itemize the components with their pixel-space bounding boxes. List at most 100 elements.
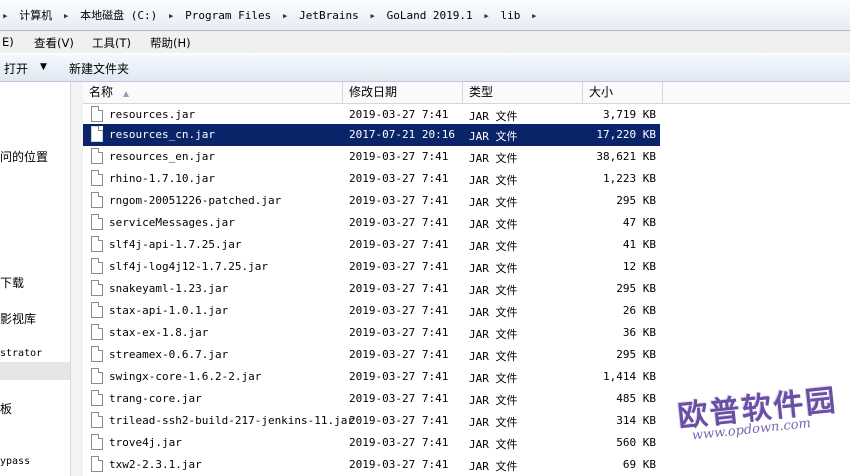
file-size: 1,223 KB bbox=[603, 172, 656, 185]
chevron-right-icon[interactable]: ▸ bbox=[367, 9, 378, 22]
file-date: 2019-03-27 7:41 bbox=[349, 282, 449, 295]
file-icon bbox=[91, 126, 103, 142]
nav-item-bypass[interactable]: ypass bbox=[0, 456, 30, 467]
file-name: rngom-20051226-patched.jar bbox=[109, 194, 282, 207]
nav-selection-band bbox=[0, 362, 70, 380]
file-type: JAR 文件 bbox=[469, 196, 518, 209]
chevron-right-icon[interactable]: ▸ bbox=[529, 9, 540, 22]
nav-item-downloads[interactable]: 下载 bbox=[0, 274, 24, 291]
table-row[interactable]: resources.jar 2019-03-27 7:41 JAR 文件 3,7… bbox=[83, 104, 660, 126]
column-size[interactable]: 大小 bbox=[583, 82, 663, 103]
table-row[interactable]: serviceMessages.jar 2019-03-27 7:41 JAR … bbox=[83, 212, 660, 234]
file-size: 560 KB bbox=[616, 436, 656, 449]
navigation-pane: 问的位置 下载 影视库 strator 板 ypass bbox=[0, 82, 71, 476]
breadcrumb-program-files[interactable]: Program Files bbox=[183, 9, 273, 22]
nav-item-videos[interactable]: 影视库 bbox=[0, 310, 36, 327]
table-row[interactable]: slf4j-log4j12-1.7.25.jar 2019-03-27 7:41… bbox=[83, 256, 660, 278]
file-name: serviceMessages.jar bbox=[109, 216, 235, 229]
watermark-logo: 欧普软件园 www.opdown.com bbox=[665, 375, 840, 450]
file-type: JAR 文件 bbox=[469, 174, 518, 187]
table-row[interactable]: snakeyaml-1.23.jar 2019-03-27 7:41 JAR 文… bbox=[83, 278, 660, 300]
column-date-label: 修改日期 bbox=[349, 85, 398, 99]
file-icon bbox=[91, 236, 103, 252]
chevron-down-icon[interactable]: ▼ bbox=[40, 62, 47, 72]
column-type-label: 类型 bbox=[469, 85, 494, 99]
breadcrumb-computer[interactable]: 计算机 bbox=[17, 9, 54, 22]
breadcrumb: ▸ 计算机 ▸ 本地磁盘 (C:) ▸ Program Files ▸ JetB… bbox=[0, 7, 540, 23]
file-icon bbox=[91, 434, 103, 450]
file-type: JAR 文件 bbox=[469, 372, 518, 385]
file-name: slf4j-log4j12-1.7.25.jar bbox=[109, 260, 268, 273]
table-row-selected[interactable]: resources_cn.jar 2017-07-21 20:16 JAR 文件… bbox=[83, 124, 660, 146]
menu-view[interactable]: 查看(V) bbox=[34, 35, 74, 51]
table-row[interactable]: trove4j.jar 2019-03-27 7:41 JAR 文件 560 K… bbox=[83, 432, 660, 454]
chevron-right-icon[interactable]: ▸ bbox=[280, 9, 291, 22]
chevron-right-icon[interactable]: ▸ bbox=[481, 9, 492, 22]
file-name: streamex-0.6.7.jar bbox=[109, 348, 229, 361]
address-bar[interactable]: ▸ 计算机 ▸ 本地磁盘 (C:) ▸ Program Files ▸ JetB… bbox=[0, 0, 850, 31]
file-type: JAR 文件 bbox=[469, 262, 518, 275]
file-date: 2019-03-27 7:41 bbox=[349, 238, 449, 251]
table-row[interactable]: txw2-2.3.1.jar 2019-03-27 7:41 JAR 文件 69… bbox=[83, 454, 660, 476]
breadcrumb-local-disk[interactable]: 本地磁盘 (C:) bbox=[78, 9, 159, 22]
file-name: trove4j.jar bbox=[109, 436, 182, 449]
table-row[interactable]: rngom-20051226-patched.jar 2019-03-27 7:… bbox=[83, 190, 660, 212]
file-size: 314 KB bbox=[616, 414, 656, 427]
new-folder-button[interactable]: 新建文件夹 bbox=[69, 60, 129, 77]
column-date[interactable]: 修改日期 bbox=[343, 82, 463, 103]
breadcrumb-goland[interactable]: GoLand 2019.1 bbox=[385, 9, 475, 22]
file-icon bbox=[91, 214, 103, 230]
file-date: 2019-03-27 7:41 bbox=[349, 392, 449, 405]
file-size: 295 KB bbox=[616, 194, 656, 207]
table-row[interactable]: slf4j-api-1.7.25.jar 2019-03-27 7:41 JAR… bbox=[83, 234, 660, 256]
open-button[interactable]: 打开 bbox=[4, 60, 28, 77]
file-type: JAR 文件 bbox=[469, 284, 518, 297]
file-size: 3,719 KB bbox=[603, 108, 656, 121]
file-type: JAR 文件 bbox=[469, 110, 518, 123]
menu-edit[interactable]: E) bbox=[2, 35, 14, 49]
breadcrumb-lib[interactable]: lib bbox=[499, 9, 523, 22]
file-type: JAR 文件 bbox=[469, 240, 518, 253]
table-row[interactable]: swingx-core-1.6.2-2.jar 2019-03-27 7:41 … bbox=[83, 366, 660, 388]
nav-item-control-panel[interactable]: 板 bbox=[0, 400, 12, 417]
table-row[interactable]: resources_en.jar 2019-03-27 7:41 JAR 文件 … bbox=[83, 146, 660, 168]
file-icon bbox=[91, 106, 103, 122]
file-size: 36 KB bbox=[622, 326, 656, 339]
file-size: 17,220 KB bbox=[596, 128, 656, 141]
table-row[interactable]: trang-core.jar 2019-03-27 7:41 JAR 文件 48… bbox=[83, 388, 660, 410]
menu-bar: E) 查看(V) 工具(T) 帮助(H) bbox=[0, 31, 850, 53]
file-name: swingx-core-1.6.2-2.jar bbox=[109, 370, 262, 383]
file-date: 2019-03-27 7:41 bbox=[349, 436, 449, 449]
file-name: resources_cn.jar bbox=[109, 128, 215, 141]
file-size: 26 KB bbox=[622, 304, 656, 317]
breadcrumb-jetbrains[interactable]: JetBrains bbox=[297, 9, 361, 22]
table-row[interactable]: trilead-ssh2-build-217-jenkins-11.jar 20… bbox=[83, 410, 660, 432]
sort-up-icon: ▲ bbox=[123, 89, 130, 98]
file-size: 12 KB bbox=[622, 260, 656, 273]
menu-help[interactable]: 帮助(H) bbox=[150, 35, 191, 51]
column-type[interactable]: 类型 bbox=[463, 82, 583, 103]
table-row[interactable]: stax-ex-1.8.jar 2019-03-27 7:41 JAR 文件 3… bbox=[83, 322, 660, 344]
file-date: 2019-03-27 7:41 bbox=[349, 304, 449, 317]
nav-item-recent-places[interactable]: 问的位置 bbox=[0, 148, 48, 165]
column-name[interactable]: 名称 ▲ bbox=[83, 82, 343, 103]
menu-tools[interactable]: 工具(T) bbox=[92, 35, 131, 51]
table-row[interactable]: rhino-1.7.10.jar 2019-03-27 7:41 JAR 文件 … bbox=[83, 168, 660, 190]
file-date: 2019-03-27 7:41 bbox=[349, 414, 449, 427]
file-icon bbox=[91, 170, 103, 186]
file-icon bbox=[91, 148, 103, 164]
file-icon bbox=[91, 280, 103, 296]
column-header: 名称 ▲ 修改日期 类型 大小 bbox=[83, 82, 850, 104]
file-name: trang-core.jar bbox=[109, 392, 202, 405]
chevron-right-icon[interactable]: ▸ bbox=[61, 9, 72, 22]
file-size: 295 KB bbox=[616, 348, 656, 361]
nav-item-administrator[interactable]: strator bbox=[0, 348, 42, 359]
file-name: txw2-2.3.1.jar bbox=[109, 458, 202, 471]
file-date: 2019-03-27 7:41 bbox=[349, 458, 449, 471]
table-row[interactable]: streamex-0.6.7.jar 2019-03-27 7:41 JAR 文… bbox=[83, 344, 660, 366]
nav-scrollbar[interactable] bbox=[71, 82, 83, 476]
table-row[interactable]: stax-api-1.0.1.jar 2019-03-27 7:41 JAR 文… bbox=[83, 300, 660, 322]
chevron-right-icon[interactable]: ▸ bbox=[166, 9, 177, 22]
file-icon bbox=[91, 192, 103, 208]
file-name: stax-ex-1.8.jar bbox=[109, 326, 209, 339]
